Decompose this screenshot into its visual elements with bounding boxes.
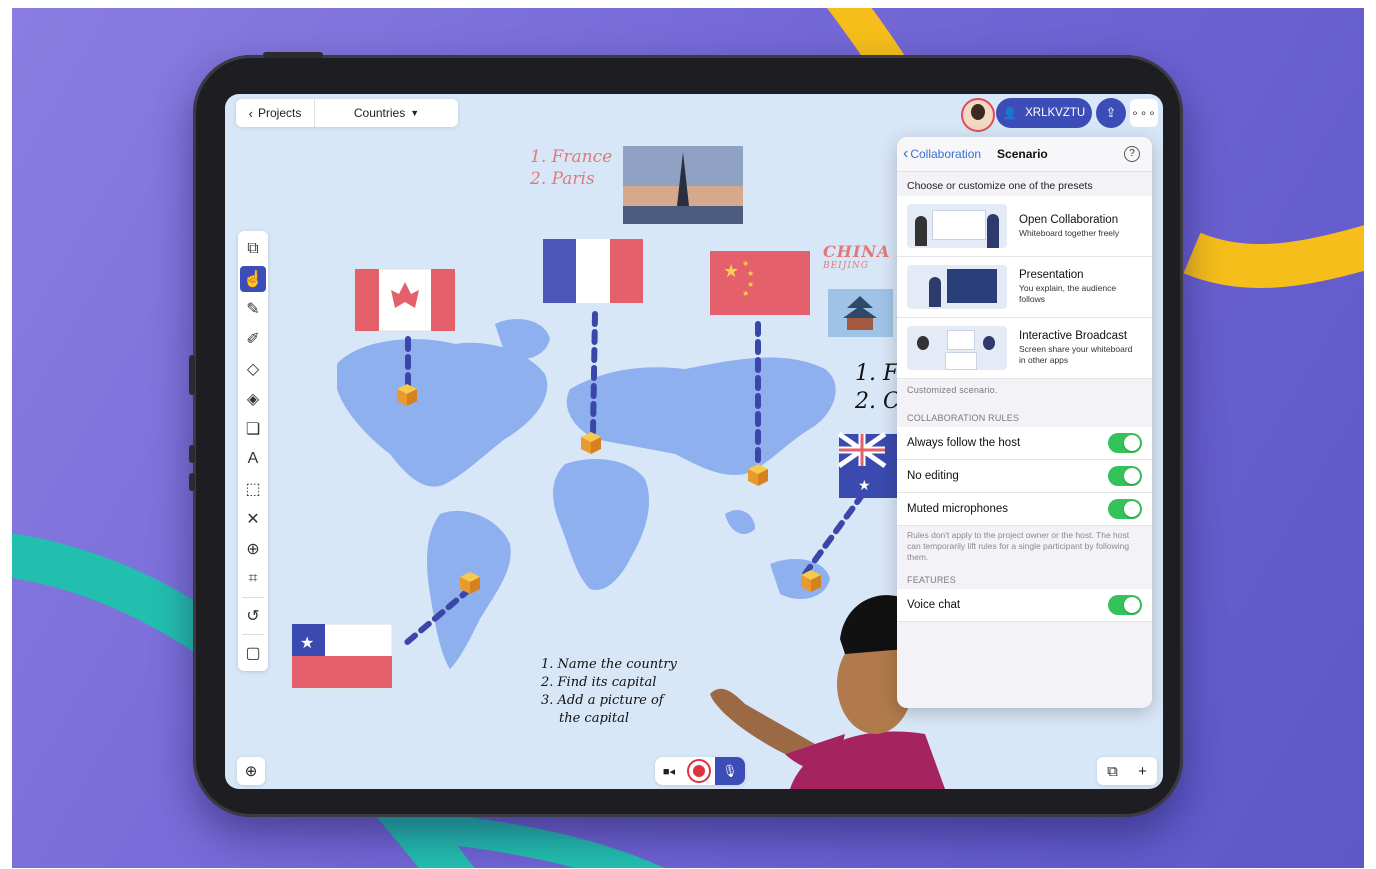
- flag-chile[interactable]: ★: [291, 623, 393, 689]
- flag-canada[interactable]: [354, 268, 456, 332]
- countries-dropdown[interactable]: Countries ▼: [315, 106, 458, 120]
- svg-text:★: ★: [300, 635, 314, 652]
- camera-button[interactable]: ■◂: [655, 757, 683, 785]
- preset-presentation[interactable]: Presentation You explain, the audience f…: [897, 257, 1152, 318]
- undo-button[interactable]: ↺: [240, 603, 266, 629]
- lasso-tool[interactable]: ⌗: [240, 566, 266, 592]
- svg-text:★: ★: [742, 289, 749, 298]
- more-icon: ∘∘∘: [1131, 106, 1157, 120]
- room-code-button[interactable]: 👤 XRLKVZTU: [996, 98, 1092, 128]
- rule-no-editing: No editing: [897, 460, 1152, 493]
- lasso-icon: ⌗: [248, 570, 258, 587]
- flag-china[interactable]: ★ ★★ ★★: [710, 251, 810, 315]
- record-button[interactable]: [683, 757, 715, 785]
- photo-eiffel-tower[interactable]: [623, 146, 743, 224]
- features-header: FEATURES: [907, 575, 956, 585]
- note-partial[interactable]: 1. F 2. C: [855, 360, 900, 416]
- selection-icon: ⬚: [245, 481, 261, 498]
- svg-text:★: ★: [747, 269, 754, 278]
- no-editing-toggle[interactable]: [1108, 466, 1142, 486]
- preset-thumbnail: [907, 265, 1007, 309]
- close-icon: ✕: [246, 511, 260, 528]
- add-page-icon[interactable]: +: [1138, 763, 1147, 780]
- text-icon: A: [247, 450, 259, 467]
- pen-icon: ✎: [246, 301, 260, 318]
- rule-always-follow-host: Always follow the host: [897, 427, 1152, 460]
- delete-tool[interactable]: ✕: [240, 506, 266, 532]
- laser-pointer-tool[interactable]: ⊕: [240, 536, 266, 562]
- muted-microphones-toggle[interactable]: [1108, 499, 1142, 519]
- flag-australia[interactable]: ★: [837, 431, 897, 498]
- eraser-tool[interactable]: ◇: [240, 356, 266, 382]
- crosshair-icon: ⊕: [246, 541, 260, 558]
- feature-voice-chat: Voice chat: [897, 589, 1152, 622]
- frame-icon: ▢: [245, 645, 261, 662]
- projects-back-button[interactable]: ‹ Projects: [236, 99, 315, 127]
- preset-thumbnail: [907, 204, 1007, 248]
- panel-title: Scenario: [997, 147, 1048, 161]
- chevron-left-icon: ‹: [248, 105, 253, 121]
- note-france[interactable]: 1. France 2. Paris: [530, 146, 612, 190]
- world-map: [337, 319, 836, 669]
- presets-header: Choose or customize one of the presets: [907, 180, 1093, 192]
- highlighter-tool[interactable]: ✐: [240, 326, 266, 352]
- share-icon: ⇪: [1105, 105, 1117, 120]
- chevron-left-icon: ‹: [903, 145, 909, 162]
- avatar[interactable]: [961, 98, 995, 132]
- svg-text:★: ★: [723, 261, 739, 281]
- app-screen: ★ ★ ★ ★ ★ ★ ★ 1. France 2. Paris CHINA B…: [225, 94, 1163, 789]
- rule-muted-microphones: Muted microphones: [897, 493, 1152, 526]
- mute-button[interactable]: 🎙: [715, 757, 745, 785]
- fullscreen-button[interactable]: ▢: [240, 640, 266, 666]
- shapes-icon: ❏: [245, 421, 261, 438]
- undo-icon: ↺: [246, 608, 260, 625]
- rules-note: Rules don't apply to the project owner o…: [907, 530, 1130, 562]
- shapes-tool[interactable]: ❏: [240, 416, 266, 442]
- top-left-bar: ‹ Projects Countries ▼: [236, 99, 458, 127]
- page-plus-icon: ⧉: [247, 240, 259, 257]
- svg-text:★: ★: [742, 259, 749, 268]
- pages-controls: ⧉ +: [1097, 757, 1157, 785]
- hand-tool[interactable]: ☝: [240, 266, 266, 292]
- always-follow-host-toggle[interactable]: [1108, 433, 1142, 453]
- customized-note: Customized scenario.: [907, 385, 998, 395]
- eraser-icon: ◇: [246, 361, 260, 378]
- note-task-list[interactable]: 1. Name the country 2. Find its capital …: [541, 656, 677, 728]
- more-button[interactable]: ∘∘∘: [1130, 99, 1158, 127]
- chevron-down-icon: ▼: [410, 108, 420, 118]
- zoom-in-icon: ⊕: [244, 763, 258, 780]
- mic-off-icon: 🎙: [722, 764, 738, 778]
- preset-thumbnail: [907, 326, 1007, 370]
- hand-icon: ☝: [243, 271, 263, 288]
- fill-icon: ◈: [246, 391, 260, 408]
- tool-palette: ⧉ ☝ ✎ ✐ ◇ ◈ ❏ A ⬚ ✕ ⊕ ⌗ ↺ ▢: [238, 231, 268, 671]
- pages-icon[interactable]: ⧉: [1107, 763, 1118, 780]
- fill-tool[interactable]: ◈: [240, 386, 266, 412]
- preset-open-collaboration[interactable]: Open Collaboration Whiteboard together f…: [897, 196, 1152, 257]
- camera-icon: ■◂: [662, 765, 676, 778]
- preset-interactive-broadcast[interactable]: Interactive Broadcast Screen share your …: [897, 318, 1152, 379]
- collaboration-back-button[interactable]: ‹ Collaboration: [903, 145, 981, 163]
- pen-tool[interactable]: ✎: [240, 296, 266, 322]
- record-icon: [687, 759, 711, 783]
- panel-header: ‹ Collaboration Scenario ?: [897, 137, 1152, 172]
- note-china[interactable]: CHINA BEIJING: [823, 242, 890, 271]
- voice-chat-toggle[interactable]: [1108, 595, 1142, 615]
- zoom-button[interactable]: ⊕: [237, 757, 265, 785]
- rules-header: COLLABORATION RULES: [907, 413, 1020, 423]
- scenario-panel: ‹ Collaboration Scenario ? Choose or cus…: [897, 137, 1152, 708]
- flag-france[interactable]: [543, 239, 643, 303]
- selection-tool[interactable]: ⬚: [240, 476, 266, 502]
- highlighter-icon: ✐: [246, 331, 260, 348]
- share-button[interactable]: ⇪: [1096, 98, 1126, 128]
- text-tool[interactable]: A: [240, 446, 266, 472]
- svg-text:★: ★: [747, 280, 754, 289]
- add-page-tool[interactable]: ⧉: [240, 236, 266, 262]
- help-icon[interactable]: ?: [1124, 146, 1140, 162]
- users-icon: 👤: [1002, 108, 1018, 120]
- photo-temple-of-heaven[interactable]: [828, 289, 893, 337]
- svg-text:★: ★: [858, 477, 871, 493]
- recording-controls: ■◂ 🎙: [655, 757, 745, 785]
